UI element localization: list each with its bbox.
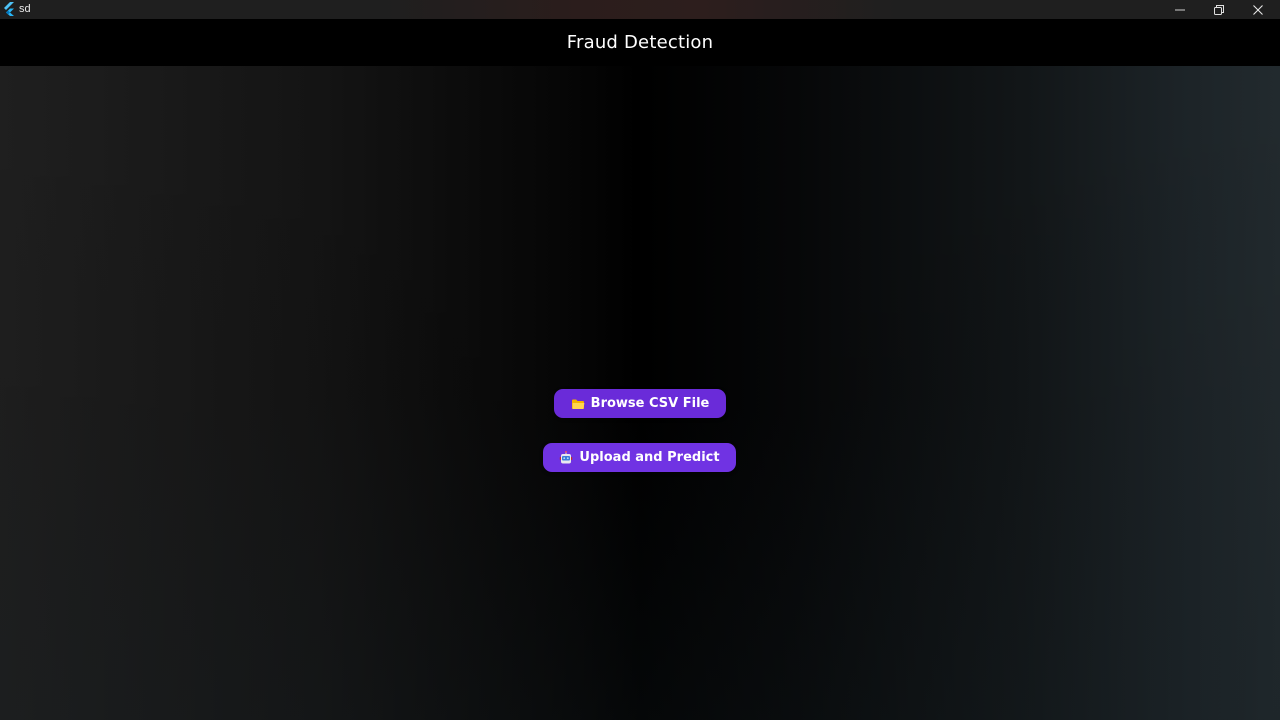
browse-csv-label: Browse CSV File (590, 396, 710, 411)
upload-predict-button[interactable]: Upload and Predict (543, 443, 736, 472)
title-bar[interactable]: sd (0, 0, 1280, 19)
folder-icon (571, 399, 585, 409)
robot-icon (560, 450, 573, 463)
page-title: Fraud Detection (566, 32, 714, 53)
restore-button[interactable] (1199, 0, 1239, 19)
flutter-icon (4, 2, 14, 16)
app-window: sd Fraud Detection Browse CSV File Uploa… (0, 0, 1280, 720)
app-bar: Fraud Detection (0, 19, 1280, 66)
minimize-button[interactable] (1160, 0, 1200, 19)
restore-icon (1214, 4, 1224, 15)
close-icon (1253, 4, 1263, 15)
upload-predict-label: Upload and Predict (579, 450, 720, 465)
minimize-icon (1175, 9, 1185, 10)
browse-csv-button[interactable]: Browse CSV File (554, 389, 726, 418)
window-title: sd (19, 3, 31, 15)
close-button[interactable] (1238, 0, 1278, 19)
